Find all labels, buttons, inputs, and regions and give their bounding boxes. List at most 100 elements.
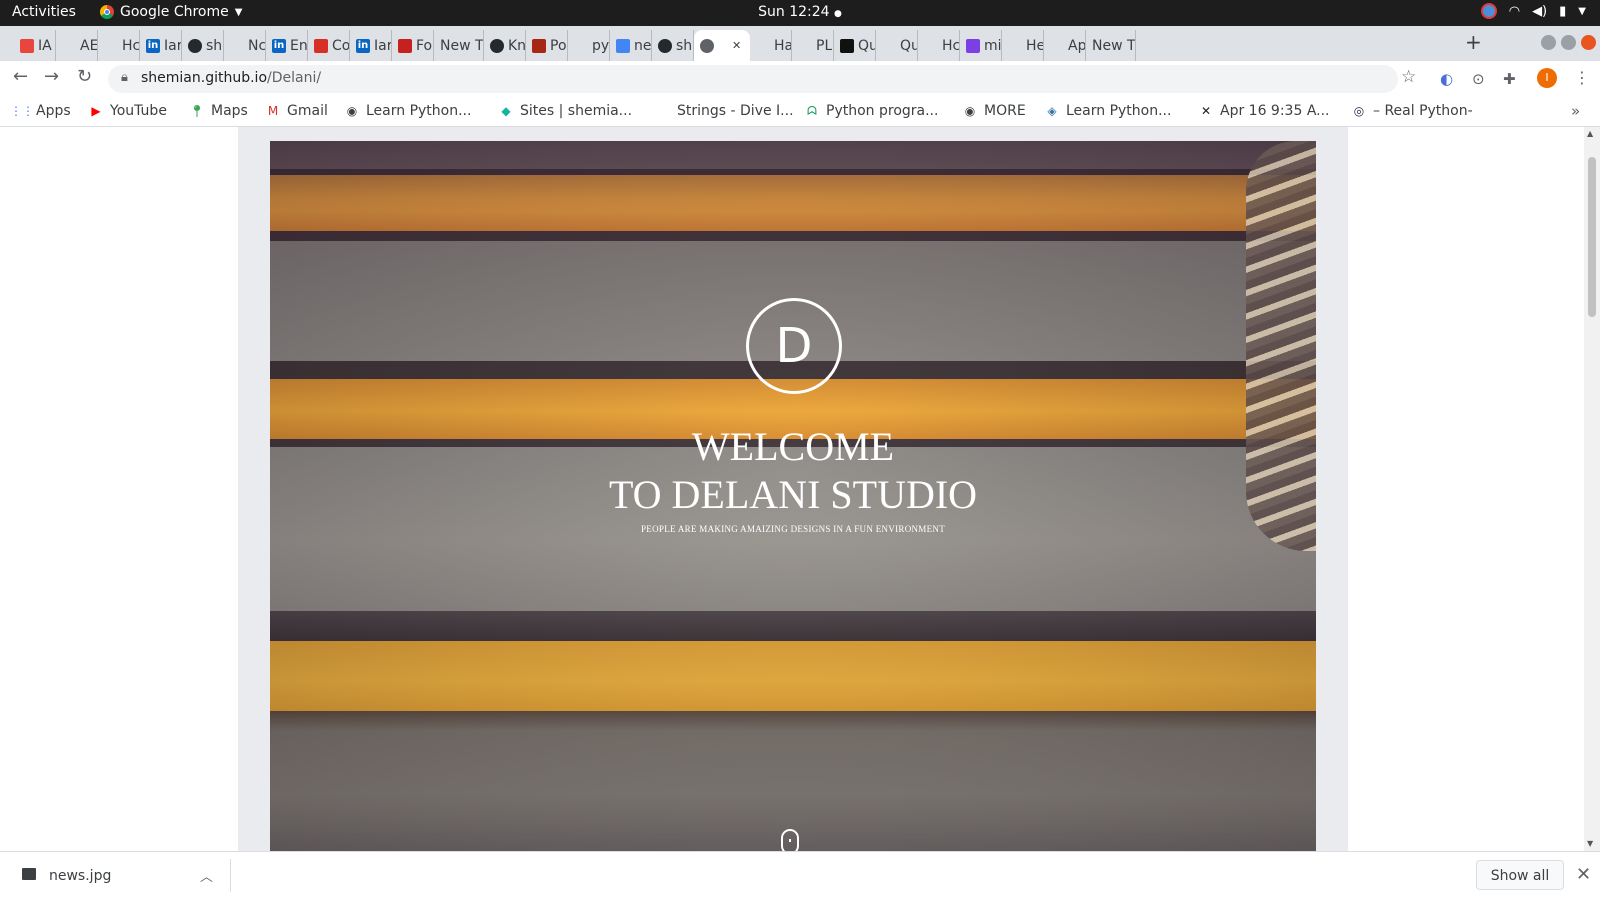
tab[interactable]: ne [610,30,652,61]
tab[interactable]: He [1002,30,1044,61]
tab[interactable]: in Iar [350,30,392,61]
tab-label: Hc [942,37,959,54]
system-tray[interactable]: ◠ ◀) ▮ ▼ [1480,3,1586,19]
tab[interactable]: sh [182,30,224,61]
bookmark-item[interactable]: Strings - Dive I... [677,103,794,119]
app-name: Google Chrome [120,4,229,20]
tab-label: py [592,37,609,54]
globe-icon: ◉ [346,104,358,118]
github-icon [188,38,202,53]
download-filename[interactable]: news.jpg [49,868,111,884]
bookmark-label: Sites | shemia... [520,103,633,119]
new-tab-button[interactable]: + [1465,30,1482,54]
bookmark-item[interactable]: ▶ YouTube [89,103,167,119]
chevron-up-icon[interactable]: ︿ [200,866,213,885]
globe-icon: ◉ [964,104,976,118]
reload-button[interactable]: ↻ [77,66,92,87]
tab[interactable]: Hc [918,30,960,61]
bookmark-item[interactable]: ◎ – Real Python- [1352,103,1473,119]
scroll-down-arrow-icon[interactable]: ▼ [1587,839,1593,848]
bookmark-label: Apr 16 9:35 A... [1220,103,1330,119]
bookmark-label: Learn Python... [366,103,472,119]
scroll-down-icon[interactable] [781,829,799,851]
tab[interactable]: Co [308,30,350,61]
wifi-icon[interactable]: ◠ [1509,4,1520,19]
tab[interactable]: Kn [484,30,526,61]
bookmark-item[interactable]: ◉ MORE [963,103,1026,119]
image-file-icon[interactable] [22,868,36,880]
blank-icon [104,39,118,53]
bookmark-item[interactable]: ◉ Learn Python... [345,103,472,119]
bookmark-item[interactable]: ✕ Apr 16 9:35 A... [1199,103,1330,119]
scroll-up-arrow-icon[interactable]: ▲ [1587,129,1593,138]
tab[interactable]: in En [266,30,308,61]
tab[interactable]: mi [960,30,1002,61]
python-icon: ◈ [1047,104,1057,118]
tab-label: Ha [774,37,791,54]
sites-diamond-icon: ◆ [501,104,511,118]
scrollbar-thumb[interactable] [1588,157,1596,317]
app-menu[interactable]: Google Chrome ▼ [100,4,242,20]
notification-badge-icon[interactable] [1480,3,1497,19]
download-shelf [0,851,1600,901]
tab-label: Iar [164,37,181,54]
tab[interactable]: Qu [834,30,876,61]
tab[interactable]: IA [14,30,56,61]
url-text[interactable]: shemian.github.io/Delani/ [141,70,321,86]
maximize-button[interactable] [1561,35,1576,50]
tab[interactable]: New T [434,30,484,61]
tab[interactable]: Nc [224,30,266,61]
bookmark-item[interactable]: ◆ Sites | shemia... [499,103,632,119]
tab[interactable]: Po [526,30,568,61]
more-bookmarks-icon[interactable]: » [1571,102,1580,120]
close-window-button[interactable] [1581,35,1596,50]
battery-icon[interactable]: ▮ [1559,4,1566,19]
puzzle-icon[interactable]: ✚ [1503,70,1516,88]
chevron-down-icon: ▼ [234,6,243,18]
system-top-bar: Activities Google Chrome ▼ Sun 12:24 ● ◠… [0,0,1600,26]
bookmark-item[interactable]: ◈ Learn Python... [1045,103,1171,119]
close-tab-icon[interactable]: ✕ [732,39,741,52]
tab[interactable]: Ap [1044,30,1086,61]
tab[interactable]: Qu [876,30,918,61]
activities-button[interactable]: Activities [12,4,76,20]
bookmark-star-icon[interactable]: ☆ [1401,67,1416,87]
tab[interactable]: in Iar [140,30,182,61]
bookmark-label: – Real Python- [1373,103,1473,119]
tab[interactable]: Fo [392,30,434,61]
bookmark-item[interactable]: M Gmail [266,103,328,119]
lock-icon[interactable]: 🔒︎ [121,70,128,85]
flag-icon [398,38,412,53]
tab-label: ne [634,37,651,54]
chevron-down-icon[interactable]: ▼ [1578,6,1586,17]
tab-active[interactable]: ✕ [694,30,750,61]
bookmark-item[interactable]: ᗣ Python progra... [805,103,938,119]
extension-icon[interactable]: ⊙ [1472,70,1485,88]
tab[interactable]: Ha [750,30,792,61]
minimize-button[interactable] [1541,35,1556,50]
tab[interactable]: AE [56,30,98,61]
tab[interactable]: PL [792,30,834,61]
blank-icon [882,39,896,53]
back-button[interactable]: ← [13,66,28,87]
bookmark-item[interactable]: 📍︎ Maps [189,103,247,119]
menu-icon[interactable]: ⋮ [1574,68,1590,87]
tab[interactable]: New T [1086,30,1136,61]
tab-label: sh [206,37,223,54]
tab[interactable]: sh [652,30,694,61]
show-all-button[interactable]: Show all [1476,860,1564,890]
forward-button[interactable]: → [44,66,59,87]
tab[interactable]: py [568,30,610,61]
tab-label: Fo [416,37,433,54]
tab[interactable]: Hc [98,30,140,61]
volume-icon[interactable]: ◀) [1532,4,1547,19]
chrome-icon [100,5,114,19]
profile-avatar[interactable]: I [1537,68,1557,88]
extension-icon[interactable]: ◐ [1440,70,1453,88]
close-icon[interactable]: ✕ [1576,864,1591,885]
tab-label: Co [332,37,349,54]
bookmark-label: MORE [984,103,1026,119]
apps-grid-icon: ⋮⋮ [10,104,34,118]
bookmark-item[interactable]: ⋮⋮ Apps [10,103,71,119]
hero-title-line-1: WELCOME [691,424,895,469]
